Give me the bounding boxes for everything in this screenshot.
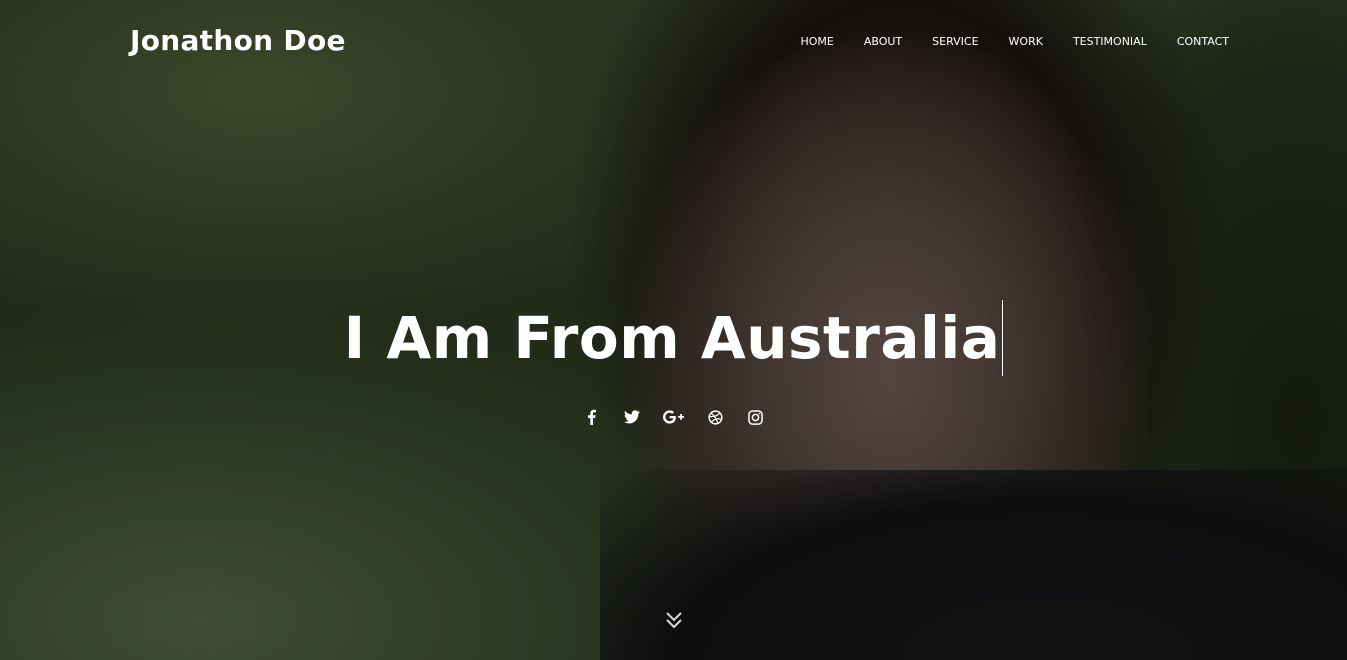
hero-headline: I Am From Australia bbox=[344, 300, 1004, 376]
google-plus-icon[interactable] bbox=[661, 402, 687, 432]
top-navbar: Jonathon Doe HOME ABOUT SERVICE WORK TES… bbox=[0, 0, 1347, 84]
social-links bbox=[0, 402, 1347, 432]
nav-link-testimonial[interactable]: TESTIMONIAL bbox=[1073, 35, 1147, 48]
dribbble-icon[interactable] bbox=[705, 402, 727, 432]
nav-link-about[interactable]: ABOUT bbox=[864, 35, 902, 48]
main-nav: HOME ABOUT SERVICE WORK TESTIMONIAL CONT… bbox=[770, 35, 1229, 48]
hero-headline-container: I Am From Australia bbox=[0, 300, 1347, 376]
nav-link-home[interactable]: HOME bbox=[800, 35, 833, 48]
instagram-icon[interactable] bbox=[745, 402, 767, 432]
twitter-icon[interactable] bbox=[621, 402, 643, 432]
nav-link-work[interactable]: WORK bbox=[1009, 35, 1043, 48]
facebook-icon[interactable] bbox=[581, 402, 603, 432]
hero-section: Jonathon Doe HOME ABOUT SERVICE WORK TES… bbox=[0, 0, 1347, 660]
nav-link-service[interactable]: SERVICE bbox=[932, 35, 978, 48]
brand-logo[interactable]: Jonathon Doe bbox=[130, 24, 346, 57]
double-chevron-down-icon[interactable] bbox=[664, 610, 684, 632]
nav-link-contact[interactable]: CONTACT bbox=[1177, 35, 1229, 48]
